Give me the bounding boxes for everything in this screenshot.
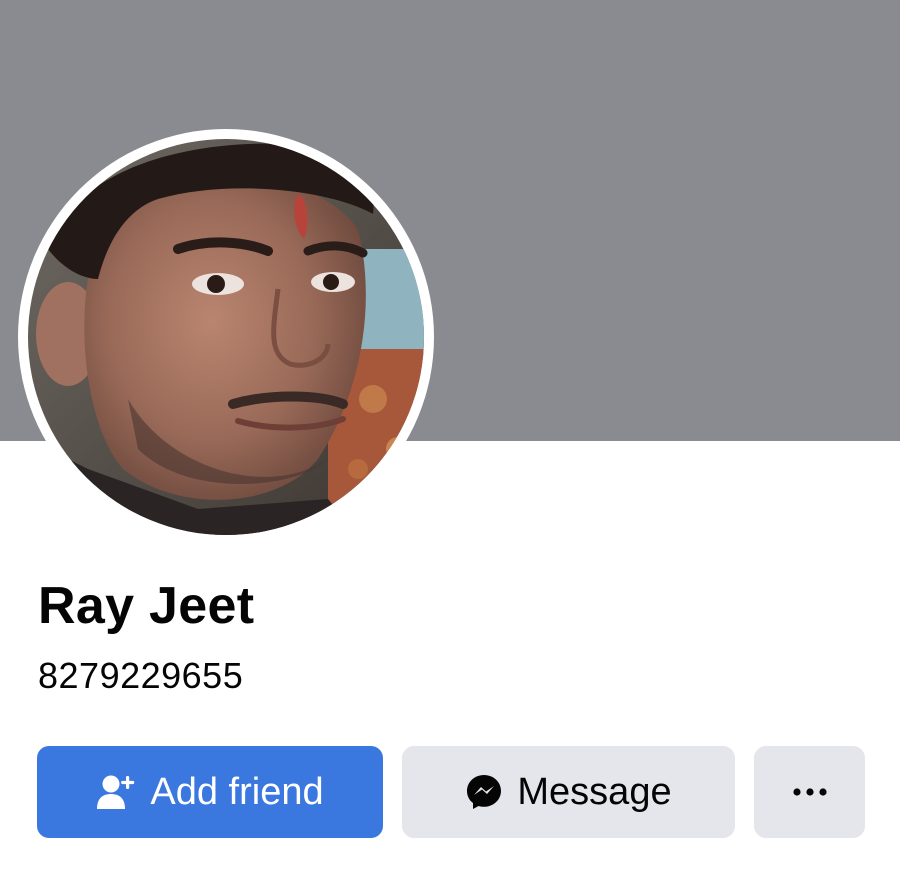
profile-name: Ray Jeet <box>38 577 255 635</box>
add-friend-button[interactable]: Add friend <box>37 746 383 838</box>
messenger-icon <box>465 773 503 811</box>
profile-page: Ray Jeet 8279229655 Add friend Message <box>0 0 900 887</box>
profile-picture-image <box>28 139 424 535</box>
message-label: Message <box>517 770 672 813</box>
more-horizontal-icon <box>792 788 827 796</box>
message-button[interactable]: Message <box>402 746 735 838</box>
profile-subtitle: 8279229655 <box>38 655 244 696</box>
profile-picture[interactable] <box>28 139 424 535</box>
add-friend-label: Add friend <box>150 770 324 813</box>
add-friend-icon <box>96 773 136 811</box>
more-options-button[interactable] <box>754 746 865 838</box>
